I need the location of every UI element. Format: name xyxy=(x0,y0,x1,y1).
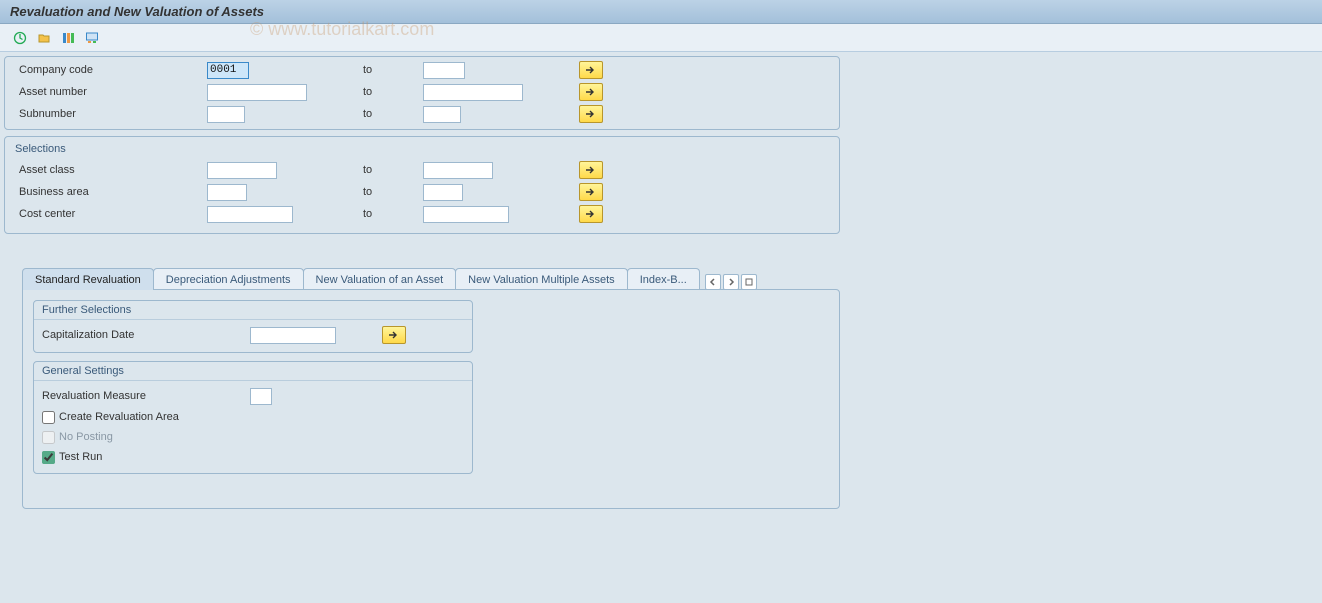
tab-label: Depreciation Adjustments xyxy=(166,274,291,286)
label-company-code: Company code xyxy=(19,64,207,76)
asset-number-to-input[interactable] xyxy=(423,84,523,101)
tab-panel-standard-revaluation: Further Selections Capitalization Date G… xyxy=(22,289,840,509)
checkbox-label: No Posting xyxy=(59,431,113,443)
folder-variant-icon xyxy=(37,31,51,45)
asset-number-from-input[interactable] xyxy=(207,84,307,101)
label-business-area: Business area xyxy=(19,186,207,198)
tab-scroll-left-button[interactable] xyxy=(705,274,721,290)
row-asset-class: Asset class to xyxy=(11,159,833,181)
capitalization-date-input[interactable] xyxy=(250,327,336,344)
row-company-code: Company code to xyxy=(11,59,833,81)
tab-label: New Valuation of an Asset xyxy=(316,274,444,286)
tab-new-valuation-multiple[interactable]: New Valuation Multiple Assets xyxy=(455,268,628,290)
execute-button[interactable] xyxy=(10,28,30,48)
row-asset-number: Asset number to xyxy=(11,81,833,103)
subnumber-from-input[interactable] xyxy=(207,106,245,123)
application-toolbar: © www.tutorialkart.com xyxy=(0,24,1322,52)
arrow-right-icon xyxy=(585,165,597,175)
selections-group: Selections Asset class to Business area … xyxy=(4,136,840,234)
row-capitalization-date: Capitalization Date xyxy=(42,324,464,346)
label-asset-class: Asset class xyxy=(19,164,207,176)
row-subnumber: Subnumber to xyxy=(11,103,833,125)
multiple-selection-asset-number[interactable] xyxy=(579,83,603,101)
dynamic-selections-icon xyxy=(85,31,99,45)
create-revaluation-area-checkbox[interactable] xyxy=(42,411,55,424)
selection-options-button[interactable] xyxy=(58,28,78,48)
multiple-selection-asset-class[interactable] xyxy=(579,161,603,179)
company-code-to-input[interactable] xyxy=(423,62,465,79)
dynamic-selections-button[interactable] xyxy=(82,28,102,48)
tabstrip: Standard Revaluation Depreciation Adjust… xyxy=(4,268,1318,509)
arrow-right-icon xyxy=(585,109,597,119)
chevron-left-icon xyxy=(709,278,717,286)
asset-class-from-input[interactable] xyxy=(207,162,277,179)
label-capitalization-date: Capitalization Date xyxy=(42,329,250,341)
clock-execute-icon xyxy=(13,31,27,45)
tab-standard-revaluation[interactable]: Standard Revaluation xyxy=(22,268,154,290)
tab-scroll-right-button[interactable] xyxy=(723,274,739,290)
revaluation-measure-input[interactable] xyxy=(250,388,272,405)
page-title: Revaluation and New Valuation of Assets xyxy=(10,4,264,19)
subnumber-to-input[interactable] xyxy=(423,106,461,123)
arrow-right-icon xyxy=(585,209,597,219)
checkbox-label: Create Revaluation Area xyxy=(59,411,179,423)
checkbox-no-posting: No Posting xyxy=(42,427,464,447)
multiple-selection-business-area[interactable] xyxy=(579,183,603,201)
further-selections-group: Further Selections Capitalization Date xyxy=(33,300,473,353)
checkbox-test-run[interactable]: Test Run xyxy=(42,447,464,467)
tab-label: New Valuation Multiple Assets xyxy=(468,274,615,286)
to-label: to xyxy=(355,208,423,220)
business-area-from-input[interactable] xyxy=(207,184,247,201)
cost-center-to-input[interactable] xyxy=(423,206,509,223)
further-selections-title: Further Selections xyxy=(34,301,472,320)
business-area-to-input[interactable] xyxy=(423,184,463,201)
to-label: to xyxy=(355,108,423,120)
tab-list-button[interactable] xyxy=(741,274,757,290)
arrow-right-icon xyxy=(388,330,400,340)
multiple-selection-company-code[interactable] xyxy=(579,61,603,79)
arrow-right-icon xyxy=(585,187,597,197)
to-label: to xyxy=(355,186,423,198)
label-cost-center: Cost center xyxy=(19,208,207,220)
tab-index-b[interactable]: Index-B... xyxy=(627,268,700,290)
tab-depreciation-adjustments[interactable]: Depreciation Adjustments xyxy=(153,268,304,290)
general-settings-group: General Settings Revaluation Measure Cre… xyxy=(33,361,473,474)
selection-options-icon xyxy=(61,31,75,45)
label-revaluation-measure: Revaluation Measure xyxy=(42,390,250,402)
row-cost-center: Cost center to xyxy=(11,203,833,225)
row-revaluation-measure: Revaluation Measure xyxy=(42,385,464,407)
label-asset-number: Asset number xyxy=(19,86,207,98)
tab-new-valuation-asset[interactable]: New Valuation of an Asset xyxy=(303,268,457,290)
test-run-checkbox[interactable] xyxy=(42,451,55,464)
selections-title: Selections xyxy=(11,141,833,159)
title-bar: Revaluation and New Valuation of Assets xyxy=(0,0,1322,24)
tab-list-icon xyxy=(745,278,753,286)
company-code-from-input[interactable] xyxy=(207,62,249,79)
checkbox-create-revaluation-area[interactable]: Create Revaluation Area xyxy=(42,407,464,427)
get-variant-button[interactable] xyxy=(34,28,54,48)
label-subnumber: Subnumber xyxy=(19,108,207,120)
no-posting-checkbox xyxy=(42,431,55,444)
content-area: Company code to Asset number to Subnumbe… xyxy=(0,52,1322,513)
asset-class-to-input[interactable] xyxy=(423,162,493,179)
cost-center-from-input[interactable] xyxy=(207,206,293,223)
arrow-right-icon xyxy=(585,87,597,97)
multiple-selection-cap-date[interactable] xyxy=(382,326,406,344)
tab-nav xyxy=(705,274,757,290)
to-label: to xyxy=(355,164,423,176)
checkbox-label: Test Run xyxy=(59,451,102,463)
tab-label: Standard Revaluation xyxy=(35,274,141,286)
row-business-area: Business area to xyxy=(11,181,833,203)
tab-label: Index-B... xyxy=(640,274,687,286)
multiple-selection-cost-center[interactable] xyxy=(579,205,603,223)
general-settings-title: General Settings xyxy=(34,362,472,381)
multiple-selection-subnumber[interactable] xyxy=(579,105,603,123)
tab-row: Standard Revaluation Depreciation Adjust… xyxy=(22,268,1318,290)
to-label: to xyxy=(355,86,423,98)
to-label: to xyxy=(355,64,423,76)
top-selection-group: Company code to Asset number to Subnumbe… xyxy=(4,56,840,130)
arrow-right-icon xyxy=(585,65,597,75)
chevron-right-icon xyxy=(727,278,735,286)
